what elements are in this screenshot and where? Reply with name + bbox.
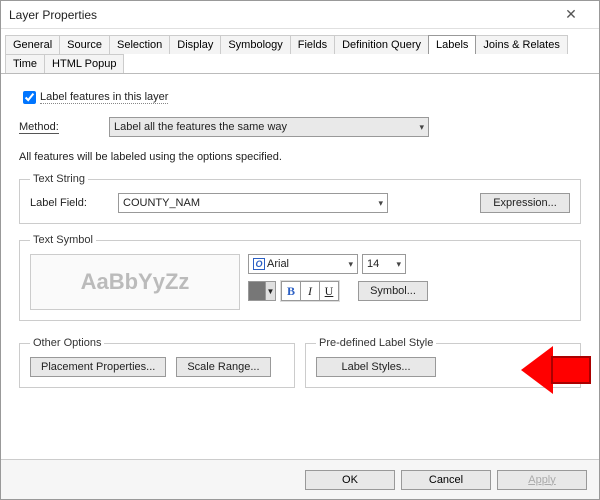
other-options-group: Other Options Placement Properties... Sc… (19, 337, 295, 388)
tabstrip: General Source Selection Display Symbolo… (1, 29, 599, 74)
other-options-legend: Other Options (30, 337, 104, 349)
dialog-footer: OK Cancel Apply (1, 459, 599, 499)
other-options-row: Placement Properties... Scale Range... (30, 357, 284, 377)
tab-definition-query[interactable]: Definition Query (334, 35, 429, 54)
red-arrow-callout (521, 346, 591, 394)
tab-html-popup[interactable]: HTML Popup (44, 54, 124, 73)
ok-button[interactable]: OK (305, 470, 395, 490)
tab-symbology[interactable]: Symbology (220, 35, 290, 54)
label-field-value: COUNTY_NAM (123, 197, 200, 209)
text-string-group: Text String Label Field: COUNTY_NAM ▾ Ex… (19, 173, 581, 224)
text-symbol-legend: Text Symbol (30, 234, 96, 246)
window-title: Layer Properties (9, 8, 551, 22)
label-field-label: Label Field: (30, 197, 110, 209)
label-field-row: Label Field: COUNTY_NAM ▾ Expression... (30, 193, 570, 213)
font-row: OArial ▾ 14 ▾ (248, 254, 570, 274)
chevron-down-icon: ▼ (265, 282, 275, 300)
font-dropdown[interactable]: OArial ▾ (248, 254, 358, 274)
method-label: Method: (19, 121, 109, 133)
tab-joins-relates[interactable]: Joins & Relates (475, 35, 567, 54)
font-icon: O (253, 258, 265, 270)
method-dropdown[interactable]: Label all the features the same way ▾ (109, 117, 429, 137)
tab-selection[interactable]: Selection (109, 35, 170, 54)
tab-time[interactable]: Time (5, 54, 45, 73)
tab-source[interactable]: Source (59, 35, 110, 54)
text-string-legend: Text String (30, 173, 88, 185)
format-group: B I U (280, 280, 340, 302)
placement-properties-button[interactable]: Placement Properties... (30, 357, 166, 377)
chevron-down-icon: ▾ (396, 259, 401, 270)
method-row: Method: Label all the features the same … (19, 117, 581, 137)
tab-general[interactable]: General (5, 35, 60, 54)
sample-text: AaBbYyZz (81, 269, 190, 295)
label-features-checkbox[interactable] (23, 91, 36, 104)
chevron-down-icon: ▾ (348, 259, 353, 270)
label-features-label: Label features in this layer (40, 91, 168, 104)
tab-display[interactable]: Display (169, 35, 221, 54)
titlebar: Layer Properties ✕ (1, 1, 599, 29)
label-styles-button[interactable]: Label Styles... (316, 357, 436, 377)
text-symbol-group: Text Symbol AaBbYyZz OArial ▾ 14 ▾ (19, 234, 581, 321)
symbol-button[interactable]: Symbol... (358, 281, 428, 301)
chevron-down-icon: ▾ (419, 122, 424, 133)
text-symbol-row: AaBbYyZz OArial ▾ 14 ▾ (30, 254, 570, 310)
color-picker[interactable]: ▼ (248, 281, 276, 301)
font-size-dropdown[interactable]: 14 ▾ (362, 254, 406, 274)
symbol-controls: OArial ▾ 14 ▾ ▼ (248, 254, 570, 310)
options-note: All features will be labeled using the o… (19, 151, 581, 163)
cancel-button[interactable]: Cancel (401, 470, 491, 490)
predefined-style-legend: Pre-defined Label Style (316, 337, 436, 349)
dialog-window: Layer Properties ✕ General Source Select… (0, 0, 600, 500)
underline-button[interactable]: U (319, 281, 339, 301)
color-swatch-fill (249, 282, 265, 300)
tab-content: Label features in this layer Method: Lab… (1, 74, 599, 408)
label-field-dropdown[interactable]: COUNTY_NAM ▾ (118, 193, 388, 213)
bottom-groups: Other Options Placement Properties... Sc… (19, 331, 581, 398)
method-value: Label all the features the same way (114, 121, 287, 133)
format-row: ▼ B I U Symbol... (248, 280, 570, 302)
label-features-row: Label features in this layer (19, 88, 581, 107)
apply-button[interactable]: Apply (497, 470, 587, 490)
font-size-value: 14 (367, 258, 379, 270)
font-value: Arial (267, 258, 289, 270)
scale-range-button[interactable]: Scale Range... (176, 357, 270, 377)
close-icon[interactable]: ✕ (551, 6, 591, 23)
tab-labels[interactable]: Labels (428, 35, 476, 54)
expression-button[interactable]: Expression... (480, 193, 570, 213)
sample-box: AaBbYyZz (30, 254, 240, 310)
chevron-down-icon: ▾ (378, 198, 383, 209)
tab-fields[interactable]: Fields (290, 35, 335, 54)
italic-button[interactable]: I (300, 281, 320, 301)
bold-button[interactable]: B (281, 281, 301, 301)
